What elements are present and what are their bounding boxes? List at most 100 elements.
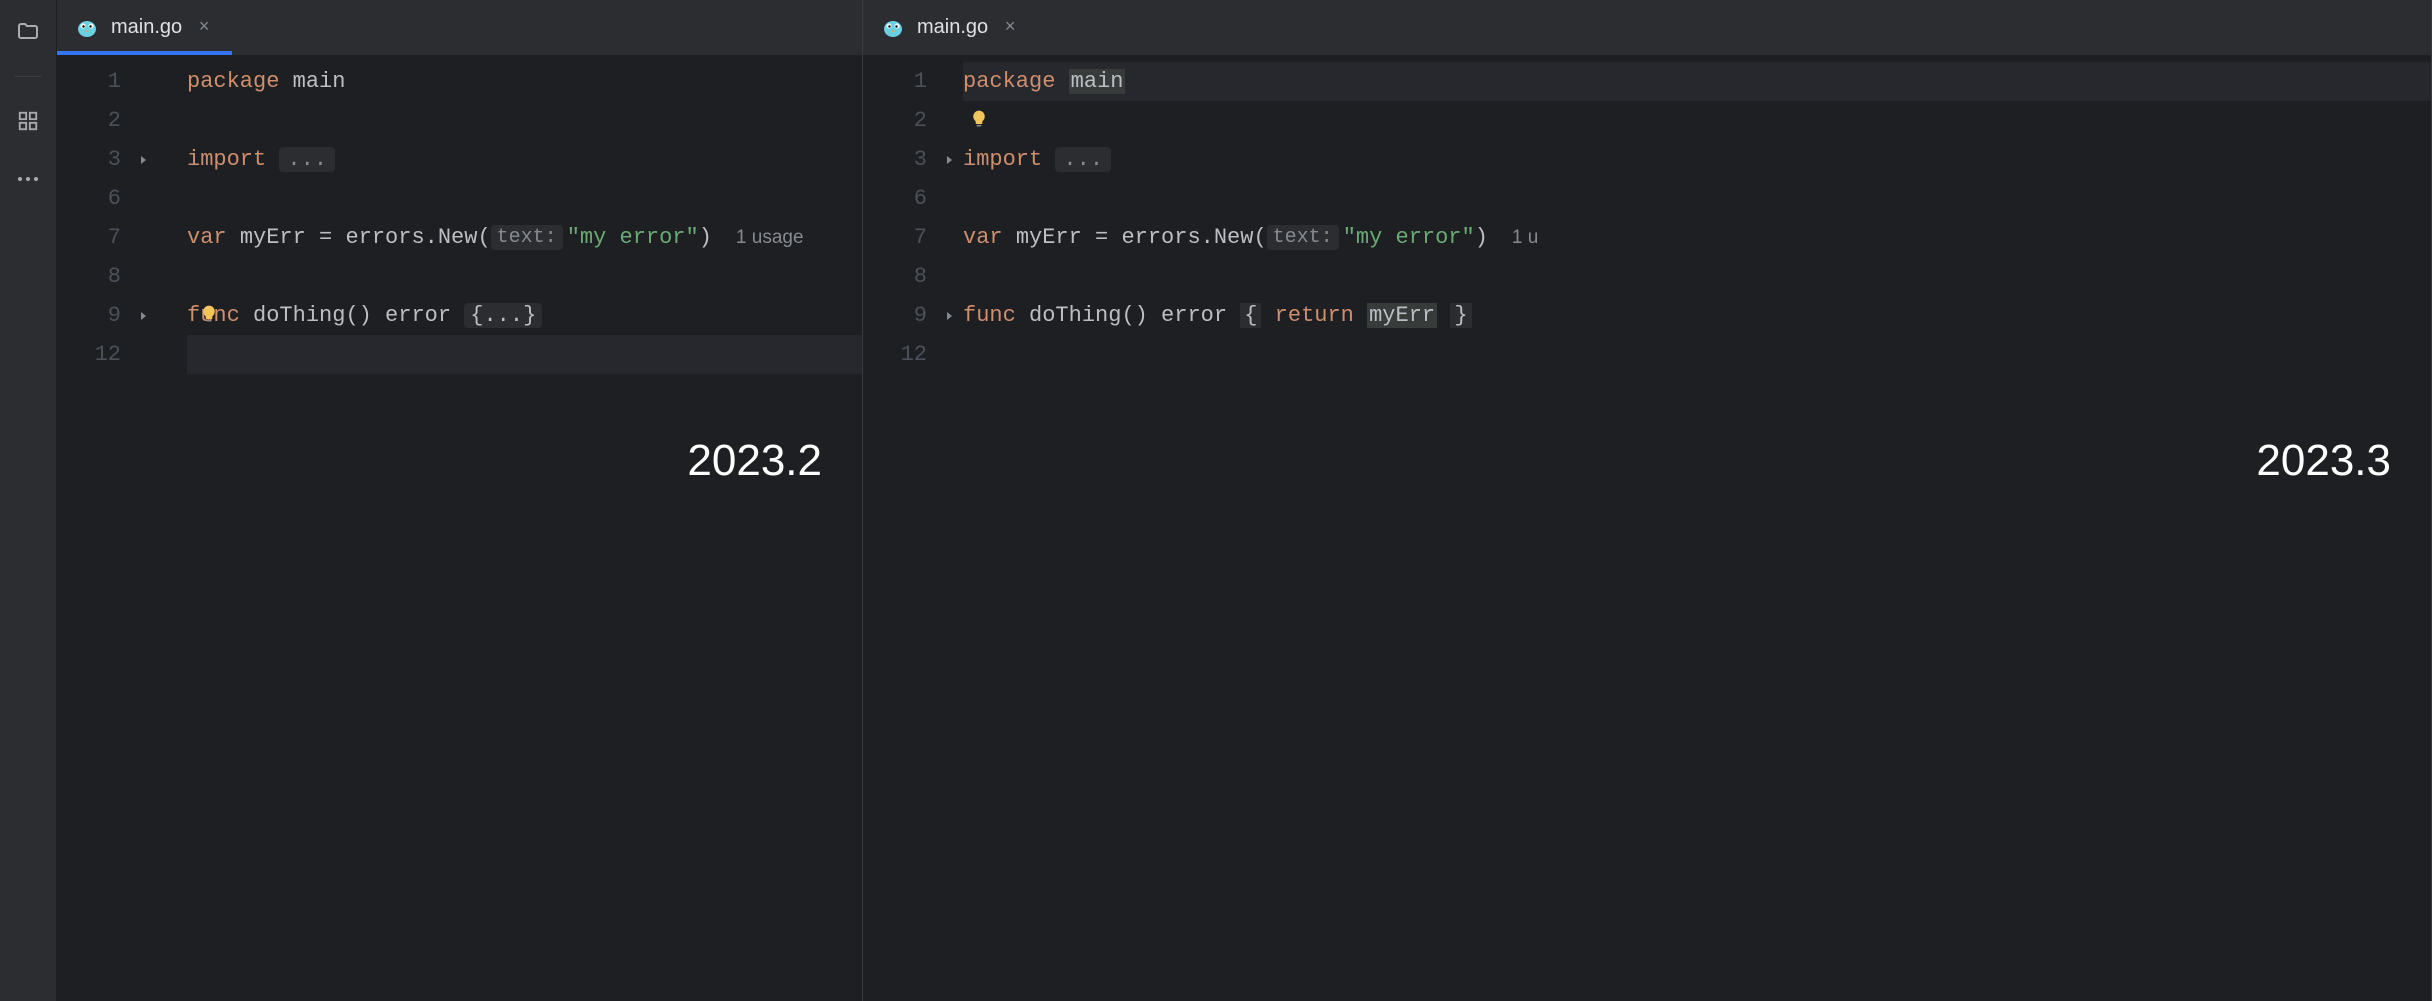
gutter-right: 123678912 xyxy=(863,56,963,1001)
code-token: return xyxy=(1275,303,1367,328)
line-number: 6 xyxy=(57,186,133,211)
code-line[interactable] xyxy=(187,101,862,140)
line-number: 7 xyxy=(863,225,939,250)
code-line[interactable]: package main xyxy=(963,62,2431,101)
editor-area-left[interactable]: 123678912 package mainimport ...var myEr… xyxy=(57,56,862,1001)
structure-tool-icon[interactable] xyxy=(14,107,42,135)
gutter-line: 3 xyxy=(57,140,187,179)
code-line[interactable]: var myErr = errors.New(text:"my error")1… xyxy=(963,218,2431,257)
code-token: ... xyxy=(279,147,335,172)
code-token: ( xyxy=(477,225,490,250)
version-label-left: 2023.2 xyxy=(687,436,822,486)
code-token: = xyxy=(319,225,345,250)
code-token: myErr xyxy=(1367,303,1437,328)
code-line[interactable]: package main xyxy=(187,62,862,101)
line-number: 1 xyxy=(57,69,133,94)
editor-area-right[interactable]: 123678912 package mainimport ...var myEr… xyxy=(863,56,2431,1001)
gutter-line: 7 xyxy=(57,218,187,257)
code-line[interactable] xyxy=(963,335,2431,374)
gutter-line: 8 xyxy=(863,257,963,296)
code-line[interactable] xyxy=(963,101,2431,140)
intention-bulb-icon[interactable] xyxy=(199,304,219,331)
code-line[interactable] xyxy=(187,257,862,296)
line-number: 8 xyxy=(57,264,133,289)
code-token: error xyxy=(385,303,464,328)
code-token: } xyxy=(1450,303,1471,328)
line-number: 3 xyxy=(863,147,939,172)
code-token: errors xyxy=(1121,225,1200,250)
editor-pane-left: main.go × 123678912 package mainimport .… xyxy=(57,0,863,1001)
code-token: New xyxy=(438,225,478,250)
code-token: package xyxy=(963,69,1069,94)
line-number: 9 xyxy=(57,303,133,328)
code-line[interactable]: func doThing() error { return myErr } xyxy=(963,296,2431,335)
close-icon[interactable]: × xyxy=(194,18,214,38)
gutter-line: 2 xyxy=(863,101,963,140)
code-token: . xyxy=(1201,225,1214,250)
code-token: import xyxy=(963,147,1055,172)
gutter-line: 7 xyxy=(863,218,963,257)
more-tool-icon[interactable] xyxy=(14,165,42,193)
code-token: ... xyxy=(1055,147,1111,172)
go-file-icon xyxy=(881,16,905,40)
code-token: = xyxy=(1095,225,1121,250)
editor-split-view: main.go × 123678912 package mainimport .… xyxy=(57,0,2432,1001)
gutter-left: 123678912 xyxy=(57,56,187,1001)
tab-main-go-left[interactable]: main.go × xyxy=(57,0,232,55)
gutter-line: 8 xyxy=(57,257,187,296)
tab-label: main.go xyxy=(917,16,988,39)
line-number: 12 xyxy=(863,342,939,367)
code-token: ) xyxy=(1475,225,1488,250)
code-line[interactable]: import ... xyxy=(187,140,862,179)
tab-bar-left: main.go × xyxy=(57,0,862,56)
fold-toggle-icon[interactable] xyxy=(133,310,155,322)
gutter-line: 6 xyxy=(863,179,963,218)
usage-hint[interactable]: 1 u xyxy=(1512,227,1538,249)
version-label-right: 2023.3 xyxy=(2256,436,2391,486)
gutter-line: 2 xyxy=(57,101,187,140)
fold-toggle-icon[interactable] xyxy=(939,154,961,166)
gutter-line: 6 xyxy=(57,179,187,218)
fold-toggle-icon[interactable] xyxy=(939,310,961,322)
line-number: 1 xyxy=(863,69,939,94)
code-token: text: xyxy=(491,225,563,250)
fold-toggle-icon[interactable] xyxy=(133,154,155,166)
code-token: myErr xyxy=(1016,225,1095,250)
code-token: ( xyxy=(1253,225,1266,250)
code-line[interactable] xyxy=(187,335,862,374)
gutter-line: 9 xyxy=(863,296,963,335)
gutter-line: 1 xyxy=(57,62,187,101)
code-line[interactable] xyxy=(963,257,2431,296)
code-line[interactable] xyxy=(187,179,862,218)
code-token: { xyxy=(1240,303,1261,328)
code-token: error xyxy=(1161,303,1240,328)
gutter-line: 12 xyxy=(57,335,187,374)
activity-sidebar xyxy=(0,0,57,1001)
line-number: 9 xyxy=(863,303,939,328)
code-line[interactable] xyxy=(963,179,2431,218)
tab-main-go-right[interactable]: main.go × xyxy=(863,0,1038,55)
code-token: import xyxy=(187,147,279,172)
line-number: 3 xyxy=(57,147,133,172)
code-token: errors xyxy=(345,225,424,250)
code-line[interactable]: func doThing() error {...} xyxy=(187,296,862,335)
code-token: func xyxy=(187,303,253,328)
code-line[interactable]: var myErr = errors.New(text:"my error")1… xyxy=(187,218,862,257)
project-tool-icon[interactable] xyxy=(14,18,42,46)
code-content-left[interactable]: package main import ... var myErr = errors… xyxy=(187,56,862,1001)
code-token: main xyxy=(293,69,346,94)
code-token: text: xyxy=(1267,225,1339,250)
code-token: New xyxy=(1214,225,1254,250)
code-content-right[interactable]: package main import ... var myErr = errors… xyxy=(963,56,2431,1001)
tab-bar-right: main.go × xyxy=(863,0,2431,56)
close-icon[interactable]: × xyxy=(1000,18,1020,38)
code-token: myErr xyxy=(240,225,319,250)
code-token: ) xyxy=(699,225,712,250)
intention-bulb-icon[interactable] xyxy=(969,109,989,136)
line-number: 6 xyxy=(863,186,939,211)
usage-hint[interactable]: 1 usage xyxy=(736,227,804,249)
code-line[interactable]: import ... xyxy=(963,140,2431,179)
sidebar-divider xyxy=(14,76,42,77)
code-token: () xyxy=(345,303,385,328)
code-token: var xyxy=(187,225,240,250)
